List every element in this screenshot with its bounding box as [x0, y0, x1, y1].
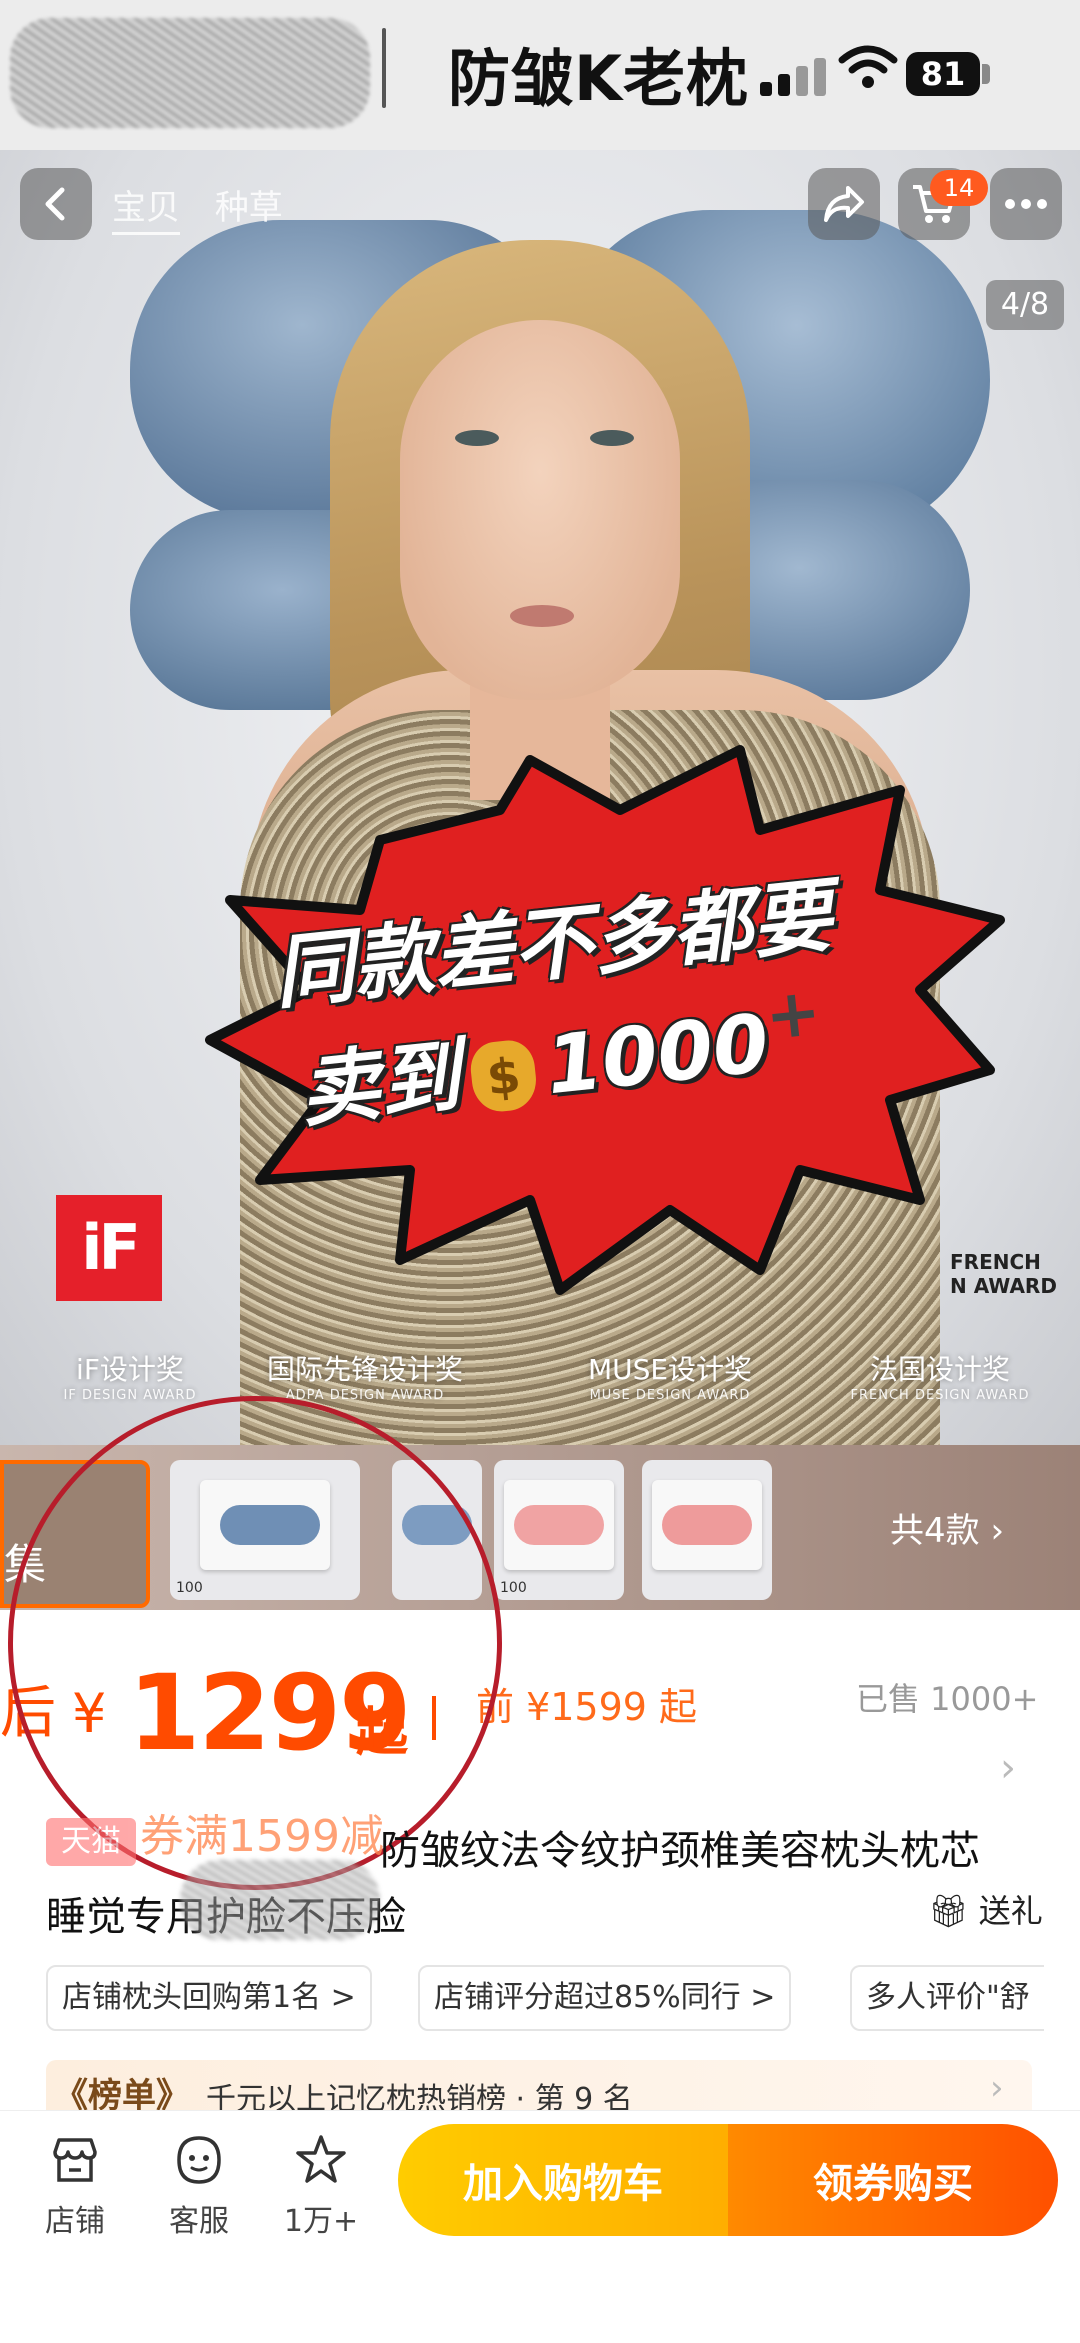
battery-level: 81	[906, 52, 980, 96]
star-icon	[296, 2135, 346, 2183]
get-coupon-buy-button[interactable]: 领券购买	[728, 2124, 1058, 2236]
wifi-icon	[838, 45, 898, 88]
customer-service-label: 客服	[169, 2204, 229, 2239]
scribbled-out-area	[10, 18, 370, 128]
award-name-en: FRENCH DESIGN AWARD	[850, 1388, 1030, 1403]
moneybag-icon: $	[468, 1037, 540, 1115]
battery-tip	[982, 64, 990, 84]
total-variants-link[interactable]: 共4款 ›	[890, 1503, 1004, 1552]
award-name: 国际先锋设计奖	[266, 1353, 463, 1386]
chevron-right-icon: ›	[990, 2068, 1004, 2108]
chevron-left-icon	[45, 187, 65, 221]
add-to-cart-button[interactable]: 加入购物车	[398, 2124, 728, 2236]
chevron-right-icon[interactable]: ›	[1000, 1745, 1016, 1791]
chevron-right-icon: ›	[990, 1511, 1005, 1551]
gift-icon: 🎁︎	[928, 1892, 969, 1930]
more-button[interactable]	[990, 168, 1062, 240]
award-name: iF设计奖	[76, 1353, 184, 1386]
sold-count: 已售 1000+	[856, 1680, 1039, 1718]
award-label: MUSE设计奖 MUSE DESIGN AWARD	[560, 1348, 780, 1403]
share-icon	[824, 186, 864, 222]
tab-item[interactable]: 宝贝	[112, 188, 180, 235]
french-award-logo: FRENCH N AWARD	[950, 1250, 1057, 1298]
model-eye	[590, 430, 634, 446]
french-award-line2: N AWARD	[950, 1274, 1057, 1298]
image-counter: 4/8	[986, 280, 1064, 330]
customer-service-button[interactable]: 客服	[144, 2130, 254, 2240]
store-label: 店铺	[45, 2204, 105, 2239]
signal-icon	[760, 56, 830, 96]
favorite-button[interactable]: 1万+	[266, 2130, 376, 2240]
award-name-en: IF DESIGN AWARD	[63, 1388, 197, 1403]
tag-store-score[interactable]: 店铺评分超过85%同行 >	[418, 1965, 792, 2031]
tag-reviews[interactable]: 多人评价"舒	[850, 1965, 1044, 2031]
favorite-count: 1万+	[283, 2204, 359, 2239]
store-button[interactable]: 店铺	[20, 2130, 130, 2240]
more-dots-icon	[1005, 199, 1047, 209]
pillow-swatch	[662, 1505, 752, 1545]
pillow-swatch	[514, 1505, 604, 1545]
coupon-text[interactable]: 券满1599减	[140, 1800, 384, 1864]
variant-thumbnail[interactable]: 100	[494, 1460, 624, 1600]
burst-value: 1000	[541, 996, 774, 1113]
scribbled-out-area	[180, 1860, 380, 1940]
product-title-line1: 防皱纹法令纹护颈椎美容枕头枕芯	[380, 1828, 980, 1874]
variant-thumbnail[interactable]	[642, 1460, 772, 1600]
status-title: 防皱K老枕	[448, 42, 750, 115]
status-bar: 防皱K老枕 81	[0, 0, 1080, 150]
award-label: 国际先锋设计奖 ADPA DESIGN AWARD	[250, 1348, 480, 1403]
tag-repurchase[interactable]: 店铺枕头回购第1名 >	[46, 1965, 372, 2031]
burst-prefix: 卖到	[295, 1028, 465, 1139]
award-name: 法国设计奖	[869, 1353, 1010, 1386]
gift-label: 送礼	[978, 1892, 1043, 1930]
model-face	[400, 320, 680, 700]
award-label: 法国设计奖 FRENCH DESIGN AWARD	[840, 1348, 1040, 1403]
status-divider	[382, 28, 386, 108]
nav-tabs: 宝贝 种草	[112, 180, 307, 235]
award-name: MUSE设计奖	[587, 1353, 753, 1386]
award-label: iF设计奖 IF DESIGN AWARD	[40, 1348, 220, 1403]
customer-service-icon	[177, 2136, 221, 2184]
model-lips	[510, 605, 574, 627]
original-price: 前 ¥1599 起	[476, 1685, 698, 1729]
burst-plus: +	[761, 972, 825, 1056]
if-award-logo: iF	[56, 1195, 162, 1301]
french-award-line1: FRENCH	[950, 1250, 1041, 1274]
share-button[interactable]	[808, 168, 880, 240]
cart-count-badge: 14	[930, 170, 988, 206]
model-eye	[455, 430, 499, 446]
thumbnail-label: 100	[500, 1580, 527, 1596]
gift-button[interactable]: 🎁︎ 送礼	[928, 1886, 1043, 1932]
total-variants-label: 共4款	[890, 1511, 980, 1551]
coupon-tag: 天猫	[46, 1818, 136, 1866]
award-name-en: MUSE DESIGN AWARD	[589, 1388, 751, 1403]
store-icon	[53, 2138, 97, 2182]
back-button[interactable]	[20, 168, 92, 240]
tab-review[interactable]: 种草	[215, 188, 283, 228]
